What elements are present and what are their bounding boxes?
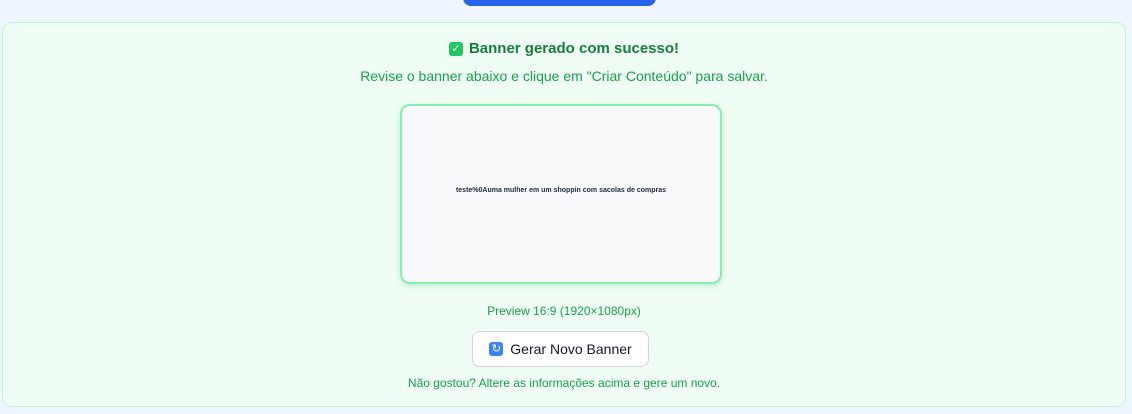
- regenerate-banner-button[interactable]: ↻ Gerar Novo Banner: [472, 331, 649, 367]
- success-title-text: Banner gerado com sucesso!: [468, 40, 680, 57]
- success-heading: ✓ Banner gerado com sucesso!: [3, 40, 1125, 57]
- banner-preview-text: teste%0Auma mulher em um shoppin com sac…: [455, 186, 667, 194]
- regenerate-label: Gerar Novo Banner: [510, 341, 632, 357]
- success-panel: ✓ Banner gerado com sucesso! Revise o ba…: [2, 22, 1126, 407]
- regenerate-hint: Não gostou? Altere as informações acima …: [407, 376, 721, 390]
- banner-preview: teste%0Auma mulher em um shoppin com sac…: [400, 104, 722, 284]
- check-icon: ✓: [448, 41, 463, 56]
- success-subtitle: Revise o banner abaixo e clique em "Cria…: [360, 68, 768, 84]
- generate-banner-button[interactable]: [463, 0, 656, 6]
- preview-caption: Preview 16:9 (1920×1080px): [487, 304, 641, 318]
- refresh-icon: ↻: [489, 342, 504, 356]
